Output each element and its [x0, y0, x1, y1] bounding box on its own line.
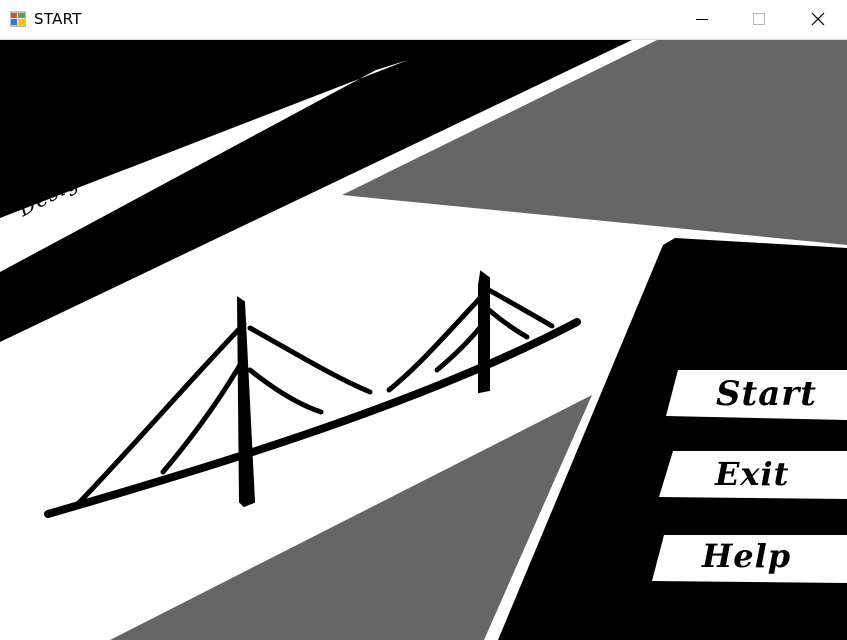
help-button[interactable]: Help [652, 535, 847, 583]
start-window: START Design of Cable Stayed Bridge Star… [0, 0, 847, 640]
start-button-label: Start [716, 374, 817, 414]
minimize-button[interactable] [673, 0, 731, 39]
exit-button-label: Exit [715, 455, 790, 493]
close-icon [811, 12, 825, 26]
minimize-icon [696, 19, 708, 20]
close-button[interactable] [789, 0, 847, 39]
exit-button[interactable]: Exit [659, 451, 847, 499]
title-bar[interactable]: START [0, 0, 847, 40]
maximize-button[interactable] [731, 0, 789, 39]
help-button-label: Help [702, 537, 792, 575]
window-title: START [34, 10, 82, 28]
start-screen-canvas: Design of Cable Stayed Bridge Start Exit… [0, 33, 847, 640]
maximize-icon [753, 13, 765, 25]
start-button[interactable]: Start [666, 370, 847, 420]
app-icon [9, 11, 27, 27]
